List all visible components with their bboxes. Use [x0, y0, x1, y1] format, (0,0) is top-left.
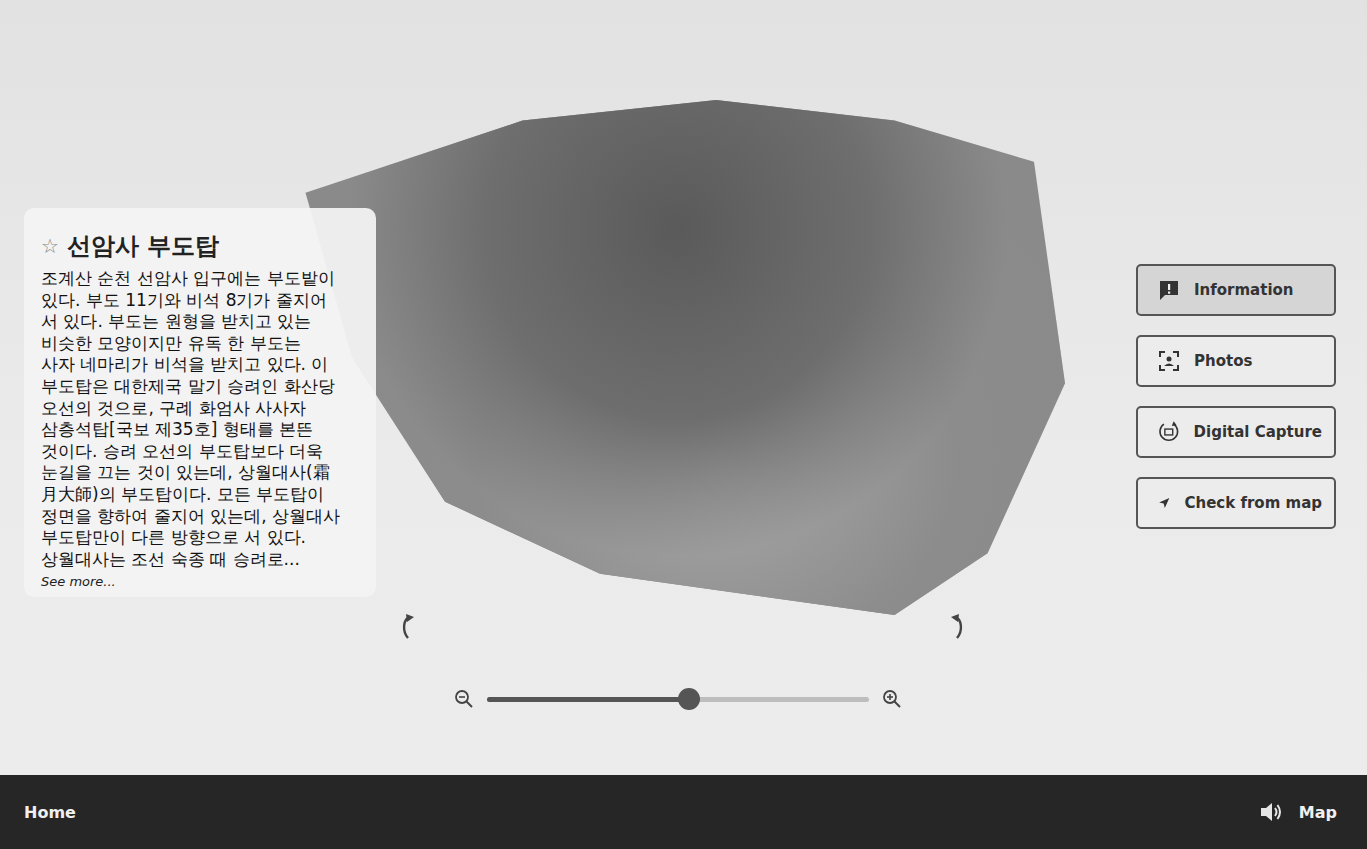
message-alert-icon	[1158, 279, 1180, 301]
info-line: 오선의 것으로, 구례 화엄사 사사자	[41, 398, 362, 420]
side-menu: Information Photos Digital Capture Check fr…	[1136, 0, 1336, 775]
info-line: 있다. 부도 11기와 비석 8기가 줄지어	[41, 290, 362, 312]
main-area: Information Photos Digital Capture Check fr…	[0, 0, 1367, 775]
zoom-slider-knob[interactable]	[678, 688, 700, 710]
info-line: 정면을 향하여 줄지어 있는데, 상월대사	[41, 506, 362, 528]
navigation-arrow-icon	[1158, 492, 1170, 514]
info-line: 것이다. 승려 오선의 부도탑보다 더욱	[41, 441, 362, 463]
home-link[interactable]: Home	[24, 803, 76, 822]
zoom-controls	[290, 689, 1065, 709]
menu-button[interactable]: Check from map	[1136, 477, 1336, 529]
map-link[interactable]: Map	[1299, 803, 1337, 822]
menu-button-label: Photos	[1194, 352, 1252, 370]
info-line: 서 있다. 부도는 원형을 받치고 있는	[41, 311, 362, 333]
info-title: 선암사 부도탑	[67, 230, 219, 262]
info-line: 부도탑은 대한제국 말기 승려인 화산당	[41, 376, 362, 398]
info-line: 사자 네마리가 비석을 받치고 있다. 이	[41, 354, 362, 376]
bottom-bar: Home Map	[0, 775, 1367, 849]
bottom-bar-right: Map	[1259, 800, 1337, 824]
viewer	[290, 0, 1065, 775]
zoom-out-icon[interactable]	[454, 689, 474, 709]
3d-model-view[interactable]	[290, 100, 1065, 615]
info-line: 부도탑만이 다른 방향으로 서 있다.	[41, 527, 362, 549]
zoom-in-icon[interactable]	[882, 689, 902, 709]
menu-button-label: Information	[1194, 281, 1294, 299]
app-root: Information Photos Digital Capture Check fr…	[0, 0, 1367, 849]
rotate-3d-icon	[1158, 421, 1180, 443]
menu-button[interactable]: Information	[1136, 264, 1336, 316]
rotate-right-icon[interactable]	[947, 613, 967, 641]
info-line: 조계산 순천 선암사 입구에는 부도밭이	[41, 268, 362, 290]
info-card: ☆ 선암사 부도탑조계산 순천 선암사 입구에는 부도밭이있다. 부도 11기와 …	[24, 208, 376, 597]
menu-button-label: Digital Capture	[1194, 423, 1322, 441]
rotate-left-icon[interactable]	[398, 613, 418, 641]
menu-button[interactable]: Digital Capture	[1136, 406, 1336, 458]
info-line: 비슷한 모양이지만 유독 한 부도는	[41, 333, 362, 355]
photo-frame-icon	[1158, 350, 1180, 372]
info-line: 눈길을 끄는 것이 있는데, 상월대사(霜	[41, 462, 362, 484]
zoom-slider-fill	[487, 697, 689, 702]
favorite-star[interactable]: ☆	[41, 234, 59, 258]
speaker-icon[interactable]	[1259, 800, 1283, 824]
see-more-link[interactable]: See more...	[41, 574, 362, 589]
rotate-controls	[290, 613, 1065, 641]
info-title-row: ☆ 선암사 부도탑	[41, 230, 362, 262]
zoom-slider[interactable]	[487, 697, 869, 702]
menu-button-label: Check from map	[1184, 494, 1322, 512]
info-body: 조계산 순천 선암사 입구에는 부도밭이있다. 부도 11기와 비석 8기가 줄…	[41, 268, 362, 570]
info-line: 月大師)의 부도탑이다. 모든 부도탑이	[41, 484, 362, 506]
menu-button[interactable]: Photos	[1136, 335, 1336, 387]
info-line: 삼층석탑[국보 제35호] 형태를 본뜬	[41, 419, 362, 441]
info-line: 상월대사는 조선 숙종 때 승려로...	[41, 549, 362, 571]
